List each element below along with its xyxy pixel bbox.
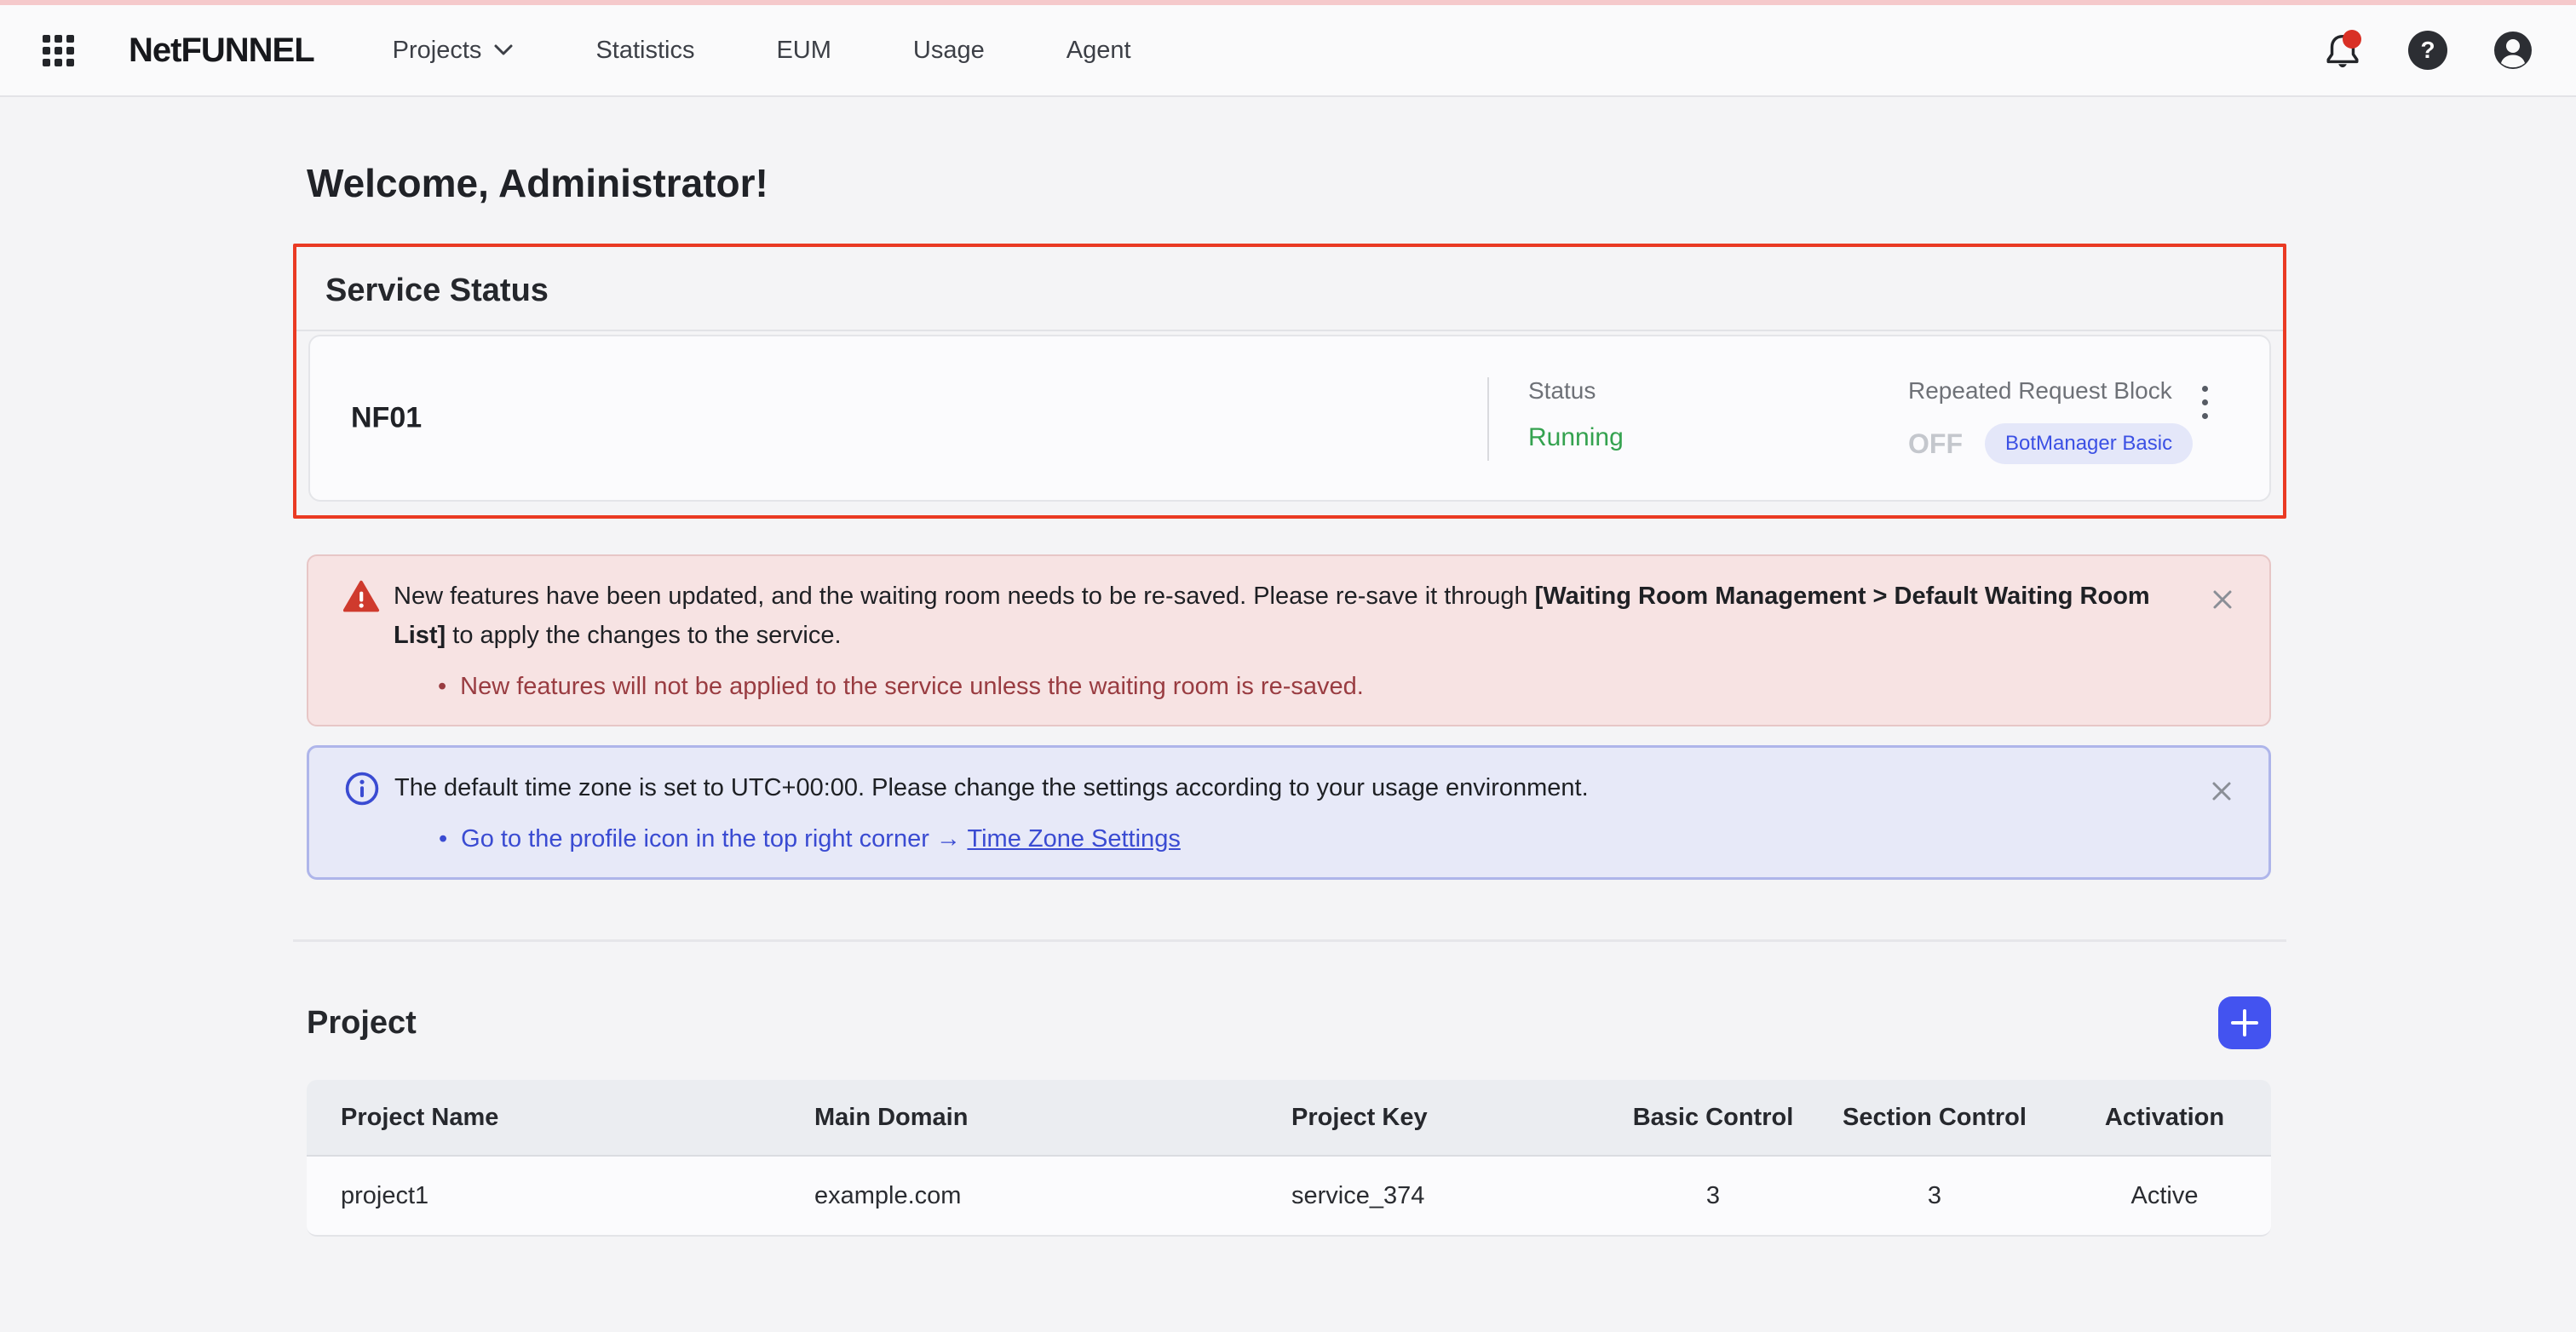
topbar-actions: ? xyxy=(2322,30,2533,71)
warning-message-pre: New features have been updated, and the … xyxy=(394,583,1535,610)
main-nav: Projects Statistics EUM Usage Agent xyxy=(393,37,1131,65)
apps-grid-icon[interactable] xyxy=(43,34,74,66)
col-activation: Activation xyxy=(2058,1080,2271,1157)
help-glyph: ? xyxy=(2420,37,2435,63)
bullet-icon: • xyxy=(438,673,447,700)
nav-item-eum[interactable]: EUM xyxy=(776,37,831,65)
cell-section-control: 3 xyxy=(1811,1157,2058,1237)
nav-item-usage[interactable]: Usage xyxy=(913,37,985,65)
service-status-title: Service Status xyxy=(325,273,549,308)
nav-projects-label: Projects xyxy=(392,36,482,64)
warning-triangle-icon xyxy=(342,580,380,612)
chevron-down-icon xyxy=(494,44,513,55)
cell-activation: Active xyxy=(2058,1157,2271,1237)
close-icon[interactable] xyxy=(2207,777,2236,806)
col-section-control: Section Control xyxy=(1811,1080,2058,1157)
nav-eum-label: EUM xyxy=(776,36,831,64)
col-project-name: Project Name xyxy=(307,1080,780,1157)
add-project-button[interactable] xyxy=(2218,996,2271,1049)
col-basic-control: Basic Control xyxy=(1615,1080,1811,1157)
botmanager-badge: BotManager Basic xyxy=(1984,423,2194,464)
service-status-card: NF01 Status Running Repeated Request Blo… xyxy=(308,335,2271,502)
server-name: NF01 xyxy=(351,401,423,434)
close-icon[interactable] xyxy=(2208,585,2237,614)
main-content: Welcome, Administrator! Service Status N… xyxy=(293,160,2286,1237)
brand-logo[interactable]: NetFUNNEL xyxy=(129,32,315,70)
horizontal-divider xyxy=(293,939,2286,942)
project-header: Project xyxy=(307,996,2271,1049)
notifications-bell-icon[interactable] xyxy=(2322,30,2363,71)
time-zone-settings-link[interactable]: Time Zone Settings xyxy=(967,825,1180,853)
help-circle: ? xyxy=(2408,31,2447,70)
cell-project-key: service_374 xyxy=(1257,1157,1615,1237)
warning-bullet: • New features will not be applied to the… xyxy=(438,667,2176,706)
status-label: Status xyxy=(1528,377,1596,404)
nav-statistics-label: Statistics xyxy=(595,36,695,64)
repeated-request-block: Repeated Request Block OFF BotManager Ba… xyxy=(1908,377,2194,464)
info-bullet-text: Go to the profile icon in the top right … xyxy=(461,825,968,853)
info-message: The default time zone is set to UTC+00:0… xyxy=(394,774,1589,801)
bullet-icon: • xyxy=(439,825,448,853)
status-value: Running xyxy=(1528,423,1624,451)
cell-main-domain: example.com xyxy=(780,1157,1257,1237)
section-divider xyxy=(296,330,2283,331)
warning-bullet-text: New features will not be applied to the … xyxy=(460,673,1364,700)
notification-badge-dot xyxy=(2343,30,2361,49)
nav-item-statistics[interactable]: Statistics xyxy=(595,37,694,65)
avatar xyxy=(2494,32,2532,69)
topbar: NetFUNNEL Projects Statistics EUM Usage … xyxy=(0,5,2576,97)
col-main-domain: Main Domain xyxy=(780,1080,1257,1157)
warning-message-post: to apply the changes to the service. xyxy=(446,622,842,649)
rrb-value: OFF xyxy=(1908,428,1963,459)
table-row-project1[interactable]: project1 example.com service_374 3 3 Act… xyxy=(307,1157,2271,1237)
cell-basic-control: 3 xyxy=(1615,1157,1811,1237)
nav-usage-label: Usage xyxy=(912,36,985,64)
col-project-key: Project Key xyxy=(1257,1080,1615,1157)
help-icon[interactable]: ? xyxy=(2407,30,2448,71)
project-section-title: Project xyxy=(307,1004,417,1041)
warning-alert: New features have been updated, and the … xyxy=(307,554,2271,726)
cell-project-name: project1 xyxy=(307,1157,780,1237)
info-alert: The default time zone is set to UTC+00:0… xyxy=(307,745,2271,880)
info-bullet: • Go to the profile icon in the top right… xyxy=(439,819,2175,858)
service-status-section: Service Status NF01 Status Running Repea… xyxy=(293,244,2286,519)
warning-message: New features have been updated, and the … xyxy=(394,577,2176,655)
nav-agent-label: Agent xyxy=(1066,36,1131,64)
nav-item-projects[interactable]: Projects xyxy=(393,37,515,65)
page: NetFUNNEL Projects Statistics EUM Usage … xyxy=(0,0,2576,1332)
table-header-row: Project Name Main Domain Project Key Bas… xyxy=(307,1080,2271,1157)
kebab-menu-icon[interactable] xyxy=(2199,382,2211,422)
profile-avatar-icon[interactable] xyxy=(2493,30,2533,71)
status-block: Status Running xyxy=(1528,377,1624,452)
page-title: Welcome, Administrator! xyxy=(307,161,768,205)
info-circle-icon xyxy=(345,772,379,806)
nav-item-agent[interactable]: Agent xyxy=(1067,37,1131,65)
project-table: Project Name Main Domain Project Key Bas… xyxy=(307,1080,2271,1237)
rrb-label: Repeated Request Block xyxy=(1908,377,2172,404)
vertical-divider xyxy=(1487,377,1489,461)
